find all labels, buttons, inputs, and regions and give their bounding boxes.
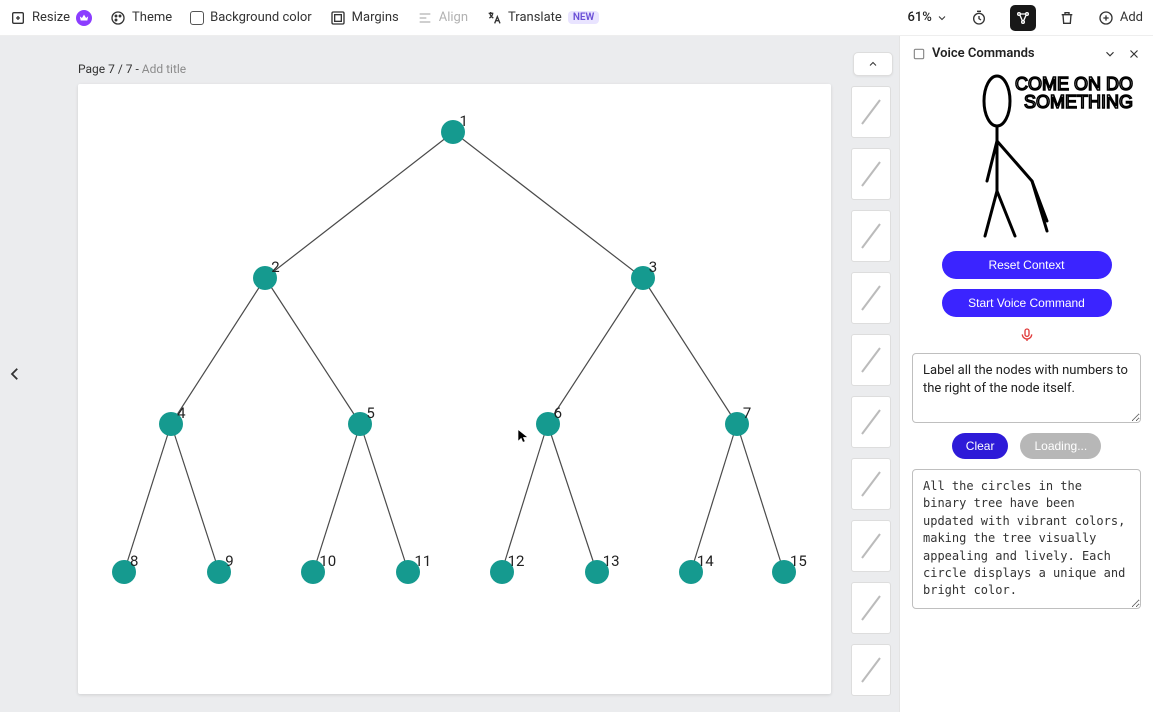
align-label: Align (439, 10, 468, 25)
voice-commands-panel: Voice Commands COME ON DO SOMETHING (899, 36, 1153, 712)
microphone-icon (1019, 327, 1035, 343)
panel-title: Voice Commands (932, 46, 1035, 61)
tree-node-label: 13 (603, 552, 620, 570)
tree-node-label: 15 (790, 552, 807, 570)
toolbar: Resize Theme Background color Margins Al… (0, 0, 1153, 36)
graph-icon (1015, 10, 1031, 26)
page-thumbnail[interactable] (851, 272, 891, 324)
prev-page-button[interactable] (0, 36, 30, 712)
align-button[interactable]: Align (417, 10, 468, 26)
page-thumbnail[interactable] (851, 210, 891, 262)
tree-node-label: 2 (271, 258, 279, 276)
resize-label: Resize (32, 10, 70, 25)
tree-node-label: 4 (177, 404, 185, 422)
chevron-left-icon (6, 365, 24, 383)
meme-image: COME ON DO SOMETHING (912, 71, 1141, 241)
page-thumbnail[interactable] (851, 334, 891, 386)
tree-node-label: 8 (130, 552, 138, 570)
page-thumbnail[interactable] (851, 396, 891, 448)
extension-icon (912, 47, 926, 61)
add-label: Add (1120, 10, 1143, 25)
button-row: Clear Loading... (912, 433, 1141, 459)
tree-node-label: 10 (319, 552, 336, 570)
page-thumbnail[interactable] (851, 86, 891, 138)
close-icon[interactable] (1127, 47, 1141, 61)
bgcolor-swatch-icon (190, 11, 204, 25)
translate-label: Translate (508, 10, 562, 25)
response-textbox[interactable]: All the circles in the binary tree have … (912, 469, 1141, 609)
start-voice-command-button[interactable]: Start Voice Command (942, 289, 1112, 317)
chevron-down-icon[interactable] (1103, 47, 1117, 61)
prompt-textbox[interactable]: Label all the nodes with numbers to the … (912, 353, 1141, 423)
tree-node-label: 14 (697, 552, 714, 570)
tree-edges (78, 84, 831, 694)
resize-button[interactable]: Resize (10, 10, 92, 26)
collapse-thumbnails-button[interactable] (853, 52, 893, 76)
translate-button[interactable]: Translate NEW (486, 10, 599, 26)
page-label-prefix: Page 7 / 7 - (78, 62, 142, 76)
chevron-up-icon (867, 58, 879, 70)
tree-node-label: 1 (459, 112, 467, 130)
page-thumbnail[interactable] (851, 458, 891, 510)
page-thumbnail[interactable] (851, 644, 891, 696)
graph-mode-button[interactable] (1010, 5, 1036, 31)
tree-node-label: 6 (554, 404, 562, 422)
bgcolor-button[interactable]: Background color (190, 10, 312, 25)
design-canvas[interactable]: 123456789101112131415 (78, 84, 831, 694)
add-button[interactable]: Add (1098, 10, 1143, 26)
theme-button[interactable]: Theme (110, 10, 172, 26)
zoom-value: 61% (907, 10, 931, 25)
loading-button[interactable]: Loading... (1020, 433, 1101, 459)
timer-button[interactable] (966, 5, 992, 31)
zoom-dropdown[interactable]: 61% (907, 10, 947, 25)
timer-icon (971, 10, 987, 26)
align-icon (417, 10, 433, 26)
bgcolor-label: Background color (210, 10, 312, 25)
tree-node-label: 7 (743, 404, 751, 422)
meme-caption: COME ON DO SOMETHING (1015, 75, 1133, 111)
margins-label: Margins (352, 10, 399, 25)
canvas-column: Page 7 / 7 - Add title 12345678910111213… (30, 36, 843, 712)
new-pill: NEW (568, 11, 600, 24)
delete-button[interactable] (1054, 5, 1080, 31)
panel-header: Voice Commands (912, 46, 1141, 61)
page-thumbnail[interactable] (851, 148, 891, 200)
page-label-suffix: Add title (142, 62, 186, 76)
tree-node-label: 12 (508, 552, 525, 570)
cursor-icon (516, 429, 530, 443)
translate-icon (486, 10, 502, 26)
page-thumbnail[interactable] (851, 582, 891, 634)
resize-icon (10, 10, 26, 26)
tree-node-label: 5 (366, 404, 374, 422)
margins-icon (330, 10, 346, 26)
chevron-down-icon (936, 12, 948, 24)
tree-node-label: 9 (225, 552, 233, 570)
editor-area: Page 7 / 7 - Add title 12345678910111213… (0, 36, 1153, 712)
page-thumbnail[interactable] (851, 520, 891, 572)
crown-badge-icon (76, 10, 92, 26)
page-label[interactable]: Page 7 / 7 - Add title (78, 62, 831, 76)
theme-label: Theme (132, 10, 172, 25)
trash-icon (1059, 10, 1075, 26)
thumbnail-rail (843, 36, 899, 712)
mic-indicator[interactable] (912, 327, 1141, 343)
palette-icon (110, 10, 126, 26)
clear-button[interactable]: Clear (952, 433, 1009, 459)
tree-node-label: 3 (649, 258, 657, 276)
tree-node-label: 11 (414, 552, 431, 570)
reset-context-button[interactable]: Reset Context (942, 251, 1112, 279)
margins-button[interactable]: Margins (330, 10, 399, 26)
plus-circle-icon (1098, 10, 1114, 26)
